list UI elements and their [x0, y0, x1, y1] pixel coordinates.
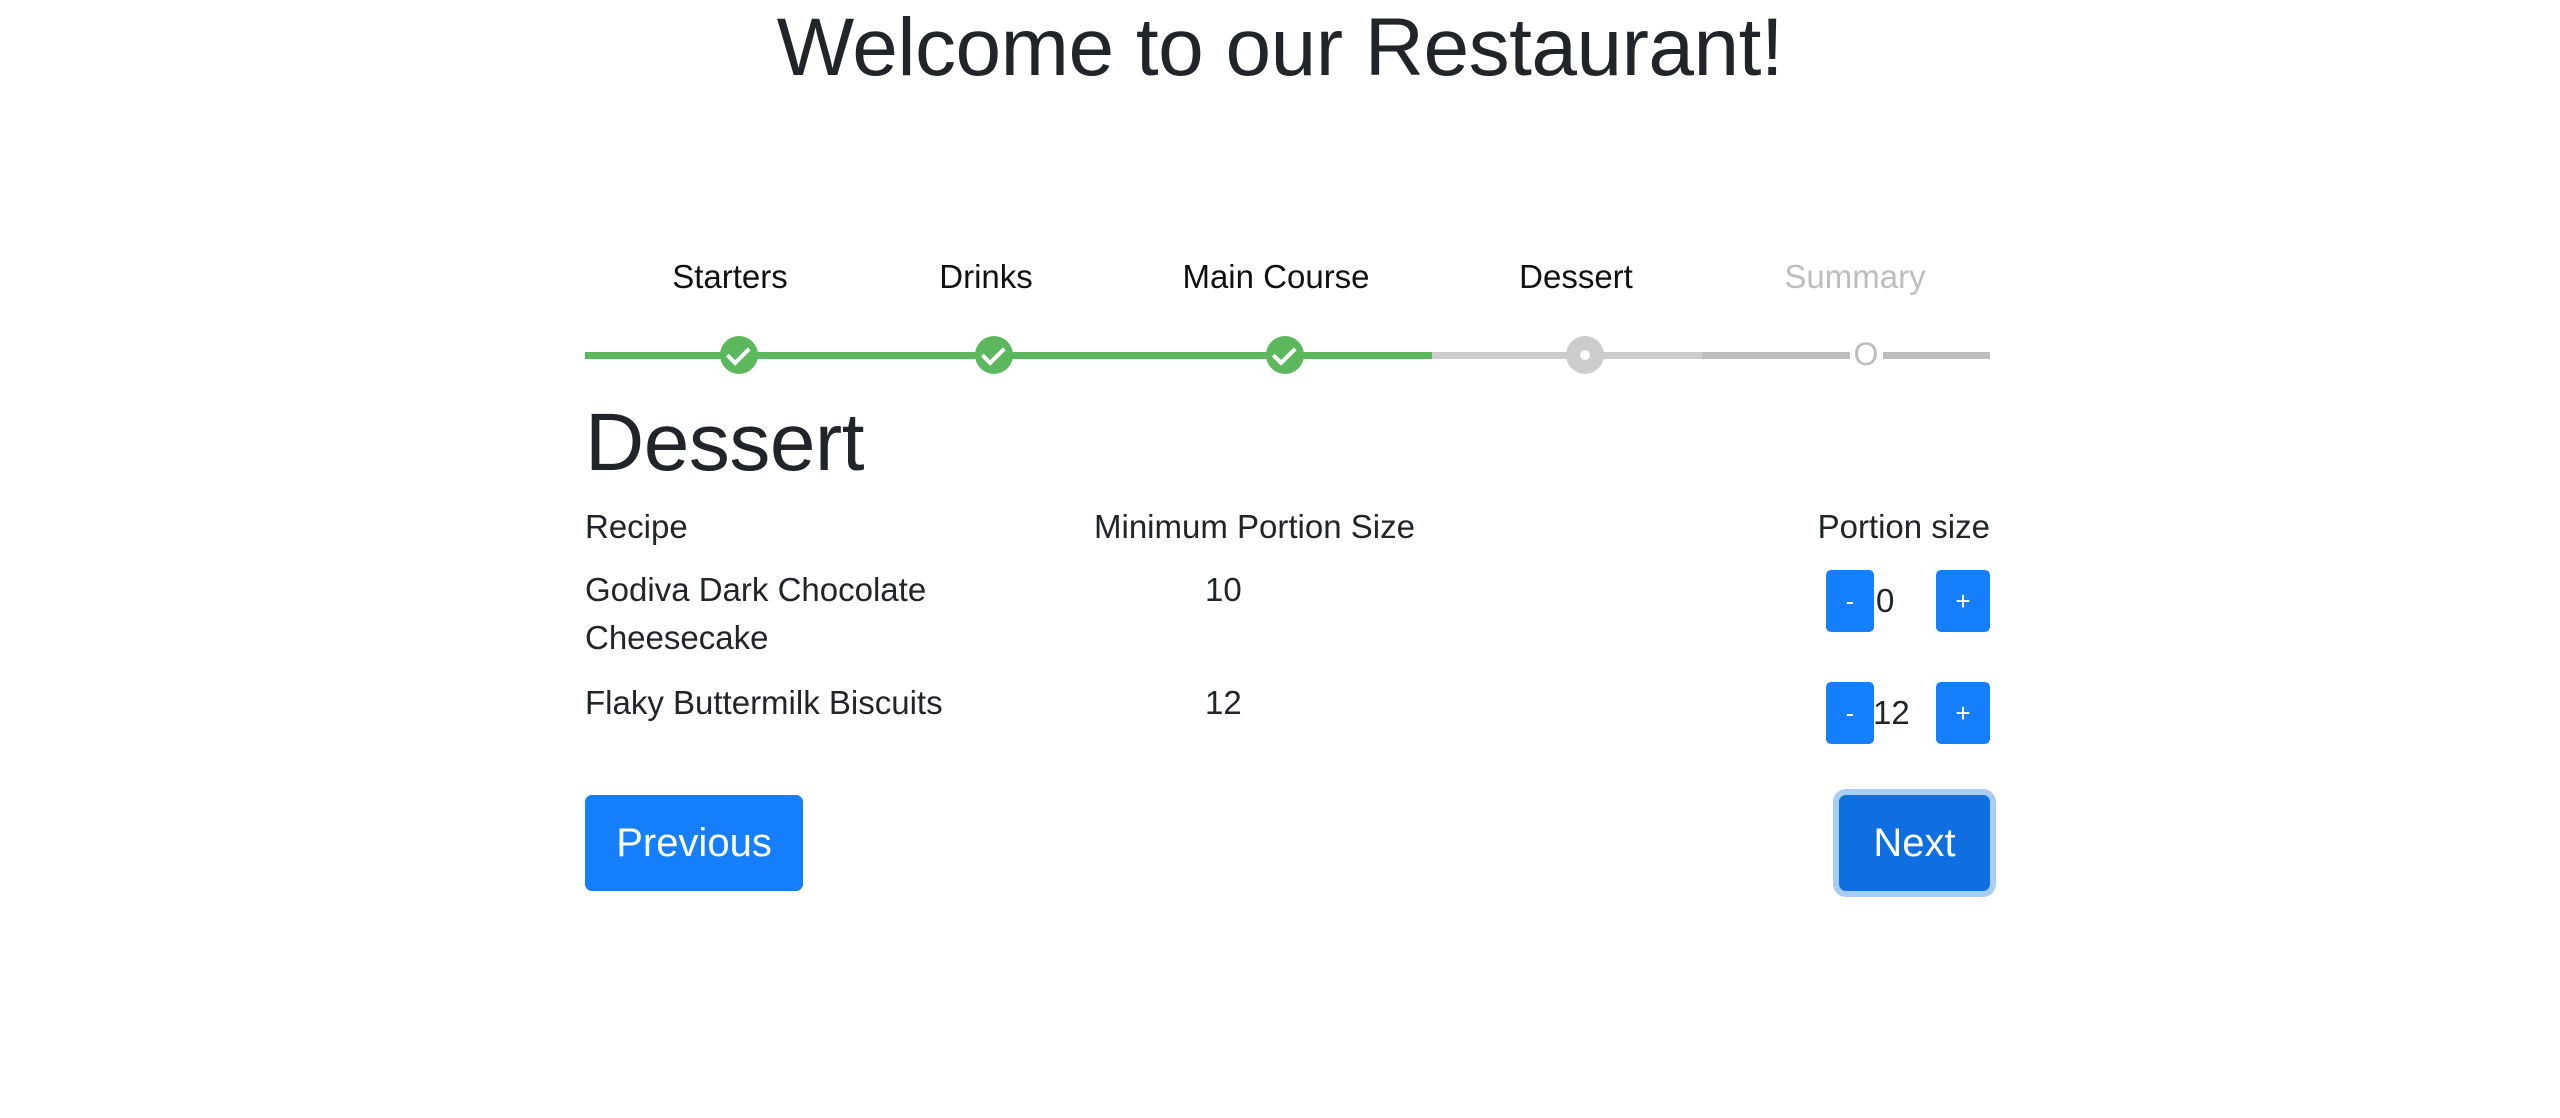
step-starters-check-icon[interactable]	[720, 336, 758, 374]
step-main-course-check-icon[interactable]	[1266, 336, 1304, 374]
page-title: Welcome to our Restaurant!	[776, 2, 1784, 93]
decrease-portion-button[interactable]: -	[1826, 682, 1874, 744]
portion-value: 0	[1876, 582, 1895, 619]
min-portion-value: 12	[1205, 684, 1242, 721]
section-title: Dessert	[585, 397, 865, 488]
decrease-portion-button[interactable]: -	[1826, 570, 1874, 632]
increase-portion-button[interactable]: +	[1936, 570, 1990, 632]
step-label-starters: Starters	[672, 258, 788, 295]
step-label-dessert: Dessert	[1519, 258, 1633, 295]
recipe-name: Godiva Dark Chocolate Cheesecake	[585, 571, 927, 656]
progress-track-summary-left	[1702, 352, 1850, 359]
column-header-min-portion: Minimum Portion Size	[1094, 508, 1415, 545]
portion-value: 12	[1873, 694, 1910, 731]
step-dessert-current-icon[interactable]	[1566, 336, 1604, 374]
min-portion-value: 10	[1205, 571, 1242, 608]
step-label-drinks: Drinks	[939, 258, 1033, 295]
next-button[interactable]: Next	[1839, 795, 1990, 891]
column-header-recipe: Recipe	[585, 508, 688, 545]
progress-track-summary-right	[1883, 352, 1990, 359]
progress-stepper: Starters Drinks Main Course Dessert Summ…	[585, 250, 1990, 374]
step-drinks-check-icon[interactable]	[975, 336, 1013, 374]
order-wizard: Starters Drinks Main Course Dessert Summ…	[585, 250, 1990, 950]
step-label-main-course: Main Course	[1182, 258, 1370, 295]
column-header-portion-size: Portion size	[1817, 508, 1990, 545]
recipe-name: Flaky Buttermilk Biscuits	[585, 684, 943, 721]
step-label-summary: Summary	[1784, 258, 1926, 295]
increase-portion-button[interactable]: +	[1936, 682, 1990, 744]
step-summary-pending-icon: O	[1853, 336, 1879, 372]
previous-button[interactable]: Previous	[585, 795, 803, 891]
